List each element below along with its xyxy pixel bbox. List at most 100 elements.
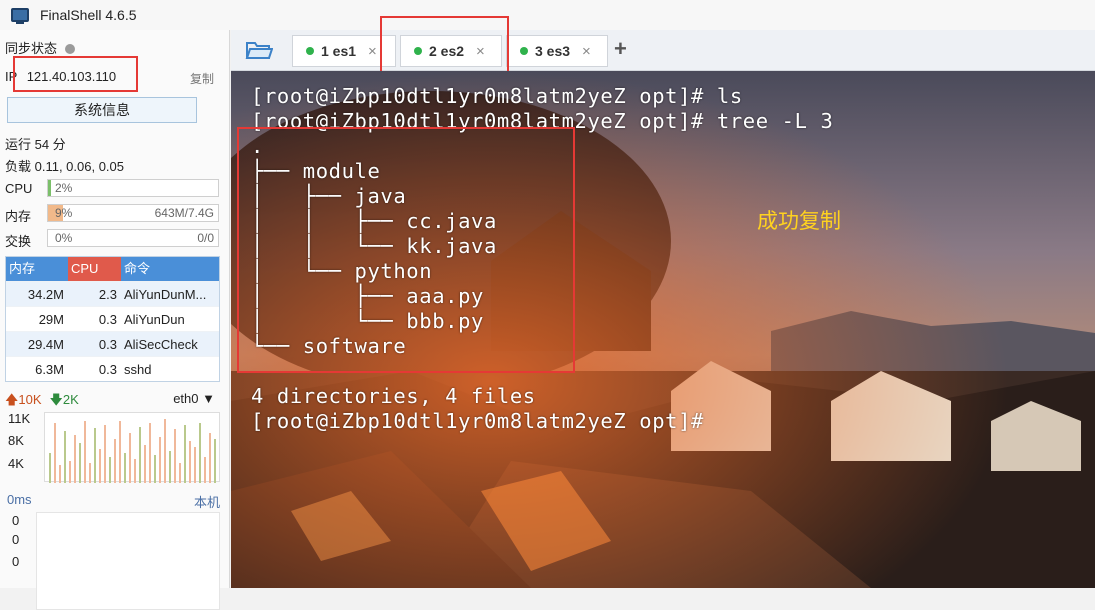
cpu-percent: 2% [55,181,73,195]
cpu-label: CPU [5,181,33,196]
table-row[interactable]: 29.4M 0.3 AliSecCheck [6,331,219,356]
traffic-bar [99,449,101,483]
chevron-down-icon: ▼ [202,391,215,406]
tab-bar: 1 es1 × 2 es2 × 3 es3 × + [231,30,1095,71]
tab-es1[interactable]: 1 es1 × [292,35,396,67]
ping-label: 0ms [7,492,32,507]
tab-es3[interactable]: 3 es3 × [506,35,608,67]
mem-usage: 643M/7.4G [154,206,214,220]
uptime-text: 运行 54 分 [5,137,66,152]
traffic-bar [174,429,176,483]
add-tab-button[interactable]: + [614,36,627,62]
swap-label: 交换 [5,234,32,249]
sync-status: 同步状态 [5,38,76,57]
traffic-bar [89,463,91,483]
traffic-bar [154,455,156,483]
tab-label: 1 es1 [321,43,357,59]
traffic-bar [164,419,166,483]
traffic-bar [59,465,61,483]
annotation-success: 成功复制 [757,210,841,233]
process-cmd: sshd [124,362,152,377]
terminal-output[interactable]: [root@iZbp10dtl1yr0m8latm2yeZ opt]# ls [… [251,84,833,434]
sync-status-dot-icon [65,44,76,54]
swap-usage: 0/0 [197,231,214,245]
tab-label: 3 es3 [535,43,571,59]
connected-dot-icon [520,47,528,55]
ping-chart [36,512,220,610]
tab-label: 2 es2 [429,43,465,59]
ip-label: IP [5,69,18,84]
folder-icon[interactable] [245,39,273,61]
traffic-bar [194,447,196,483]
mem-meter: 9% 643M/7.4G [47,204,219,222]
process-table-body: 34.2M 2.3 AliYunDunM... 29M 0.3 AliYunDun 29.4… [6,281,219,381]
process-mem: 34.2M [27,287,64,302]
traffic-bar [159,437,161,483]
process-table: 内存 CPU 命令 34.2M 2.3 AliYunDunM... 29M 0.3 Ali… [5,256,220,382]
mem-label: 内存 [5,209,32,224]
tab-es2[interactable]: 2 es2 × [400,35,502,67]
process-cpu: 2.3 [98,287,117,302]
ip-row: IP 121.40.103.110 [5,69,116,84]
mem-percent: 9% [55,206,73,220]
header-mem[interactable]: 内存 [6,257,68,281]
ip-value[interactable]: 121.40.103.110 [27,69,116,84]
net-y-label: 11K [8,411,31,426]
traffic-bar [109,457,111,483]
traffic-bar [189,441,191,483]
header-cmd[interactable]: 命令 [121,257,219,281]
header-cpu[interactable]: CPU [68,257,121,281]
copy-ip-link[interactable]: 复制 [190,70,214,87]
traffic-bar [169,451,171,483]
interface-select[interactable]: eth0 ▼ [173,391,215,406]
process-mem: 29.4M [27,337,64,352]
ping-y-label: 0 [12,554,20,569]
table-row[interactable]: 29M 0.3 AliYunDun [6,306,219,331]
table-row[interactable]: 6.3M 0.3 sshd [6,356,219,381]
traffic-bar [144,445,146,483]
traffic-bar [119,421,121,483]
net-y-label: 4K [8,456,24,471]
traffic-bar [139,427,141,483]
traffic-bar [114,439,116,483]
traffic-bar [149,423,151,483]
window-title: FinalShell 4.6.5 [40,7,137,23]
title-bar: FinalShell 4.6.5 [0,0,1095,30]
download-value: 2K [62,392,79,407]
close-icon[interactable]: × [582,43,591,60]
traffic-bar [179,463,181,483]
connected-dot-icon [414,47,422,55]
process-mem: 6.3M [35,362,64,377]
traffic-bar [209,433,211,483]
connected-dot-icon [306,47,314,55]
traffic-bar [104,425,106,483]
process-cmd: AliSecCheck [124,337,198,352]
traffic-bar [204,457,206,483]
close-icon[interactable]: × [368,43,377,60]
process-mem: 29M [38,312,64,327]
cpu-meter-fill [48,180,52,196]
process-cpu: 0.3 [98,312,117,327]
process-cmd: AliYunDunM... [124,287,207,302]
traffic-bar [79,443,81,483]
process-cmd: AliYunDun [124,312,185,327]
network-chart-svg [49,419,216,483]
process-cpu: 0.3 [98,362,117,377]
traffic-bar [64,431,66,483]
system-info-button[interactable]: 系统信息 [7,97,197,123]
close-icon[interactable]: × [476,43,485,60]
process-cpu: 0.3 [98,337,117,352]
network-header: 🡅10K 🡇2K eth0 ▼ [5,391,220,411]
upload-value: 10K [18,392,42,407]
traffic-bar [54,423,56,483]
load-text: 负载 0.11, 0.06, 0.05 [5,159,124,174]
traffic-bar [134,459,136,483]
traffic-bar [84,421,86,483]
table-row[interactable]: 34.2M 2.3 AliYunDunM... [6,281,219,306]
ping-host: 本机 [193,495,220,510]
traffic-bar [129,433,131,483]
swap-meter: 0% 0/0 [47,229,219,247]
traffic-bar [49,453,51,483]
traffic-bar [184,425,186,483]
terminal[interactable]: [root@iZbp10dtl1yr0m8latm2yeZ opt]# ls [… [231,71,1095,588]
